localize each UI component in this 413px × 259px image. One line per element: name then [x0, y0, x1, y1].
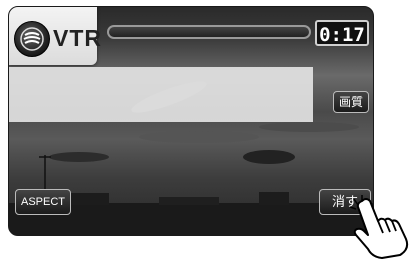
disc-icon [14, 21, 50, 57]
playback-progress-bar[interactable] [107, 25, 311, 39]
source-panel[interactable]: VTR [9, 7, 101, 65]
video-screen: VTR 0:17 画質 ASPECT 消す [8, 6, 374, 236]
picture-quality-button[interactable]: 画質 [333, 91, 369, 113]
hand-pointer-icon [349, 195, 409, 259]
aspect-button[interactable]: ASPECT [15, 189, 71, 215]
info-overlay [9, 67, 313, 122]
source-label: VTR [53, 25, 102, 51]
elapsed-time: 0:17 [315, 20, 369, 46]
